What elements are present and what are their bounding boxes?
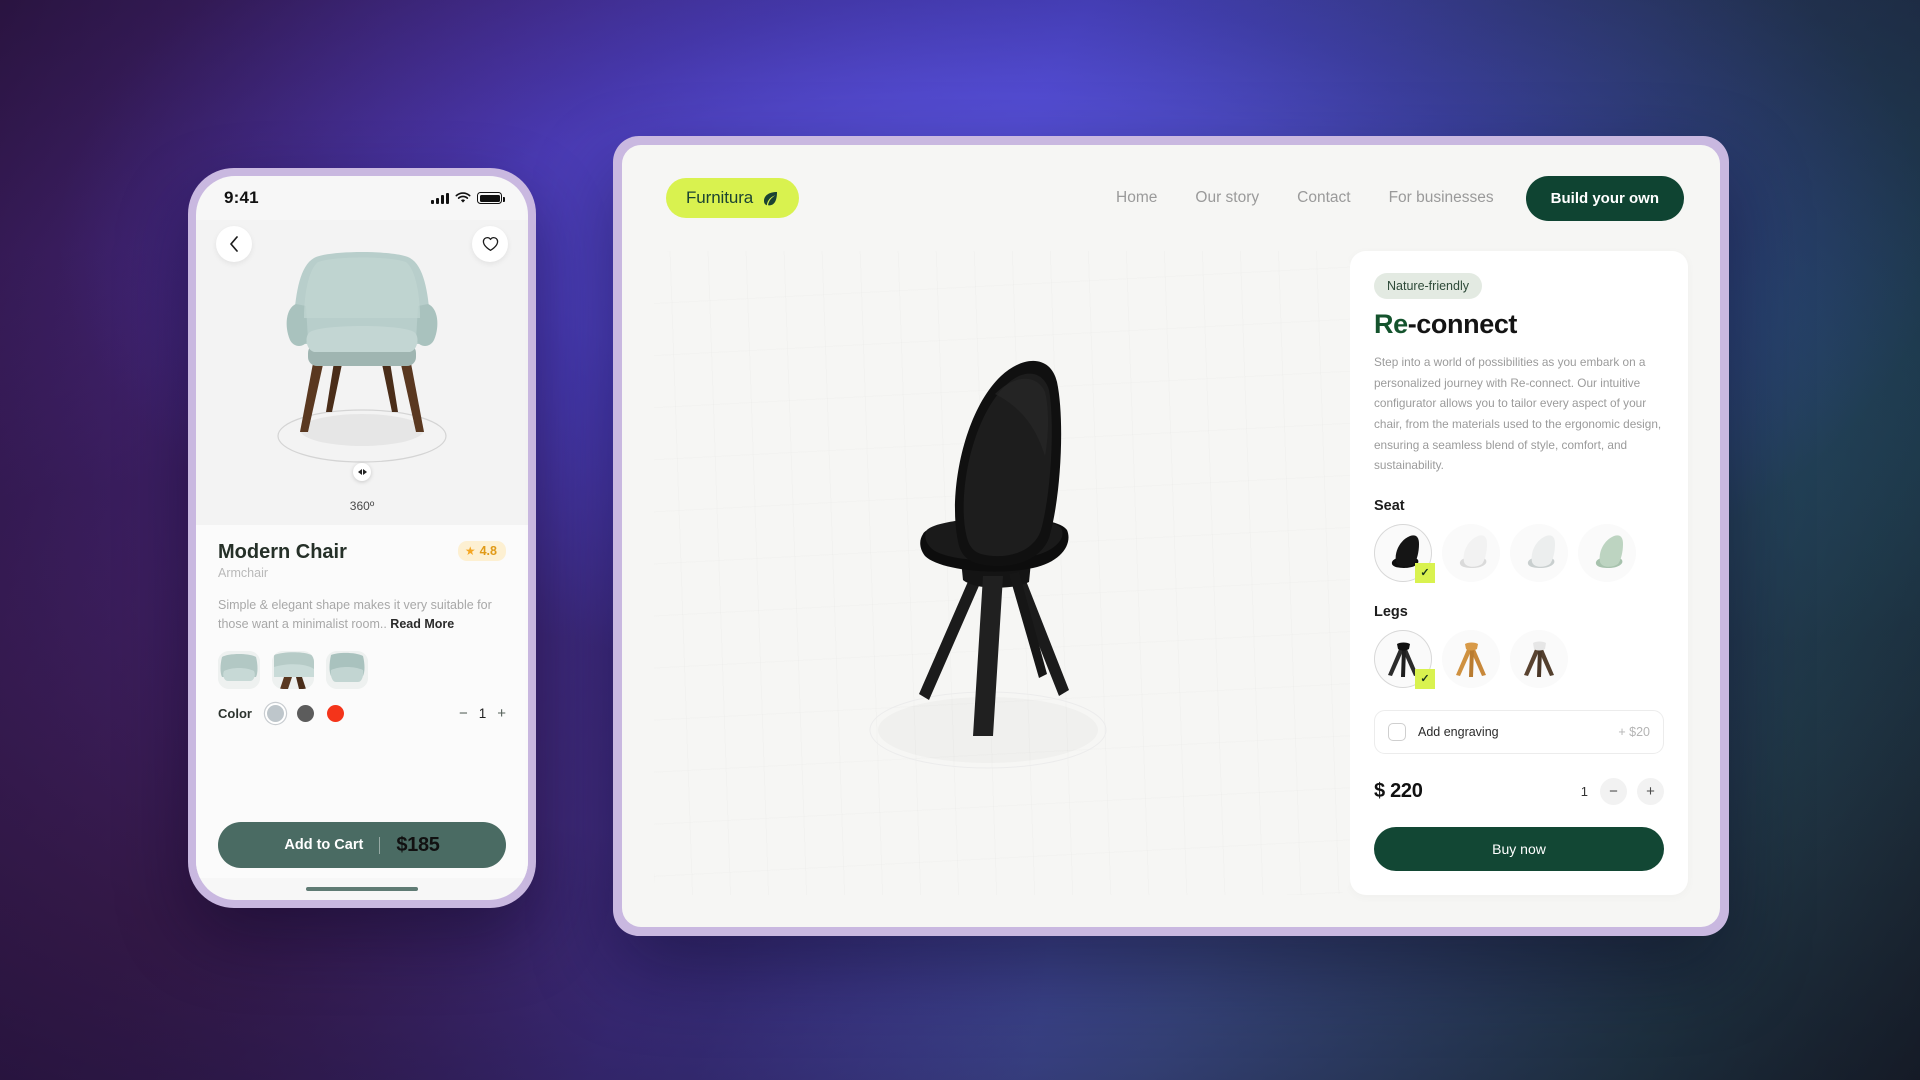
product-description: Simple & elegant shape makes it very sui… [218, 596, 506, 635]
engraving-price: + $20 [1618, 724, 1650, 739]
logo[interactable]: Furnitura [666, 178, 800, 218]
color-label: Color [218, 705, 252, 721]
rotate-handle-icon[interactable] [353, 463, 371, 481]
legs-option-black[interactable]: ✓ [1374, 629, 1435, 689]
quantity-value: 1 [478, 705, 487, 721]
seat-option-list: ✓ [1374, 523, 1664, 583]
phone-mockup: 9:41 360º Modern Chair Armchair ★ 4.8 Si… [188, 168, 536, 908]
desktop-quantity-decrease-button[interactable]: − [1600, 777, 1627, 805]
star-icon: ★ [464, 544, 476, 558]
favorite-button[interactable] [472, 226, 508, 262]
signal-bars-icon [431, 192, 449, 204]
engraving-checkbox[interactable] [1388, 722, 1406, 741]
phone-screen: 9:41 360º Modern Chair Armchair ★ 4.8 Si… [196, 176, 528, 900]
color-swatch-dark-gray[interactable] [296, 704, 314, 722]
chevron-left-icon [230, 236, 238, 252]
panel-title-rest: -connect [1407, 309, 1518, 339]
back-button[interactable] [216, 226, 252, 262]
desktop-quantity-stepper: 1 − + [1580, 777, 1664, 805]
configurator-panel: Nature-friendly Re-connect Step into a w… [1350, 251, 1688, 895]
nav-item-for-businesses[interactable]: For businesses [1389, 189, 1494, 207]
phone-status-bar: 9:41 [196, 176, 528, 220]
phone-product-viewer[interactable]: 360º [196, 220, 528, 525]
main-nav: Home Our story Contact For businesses [1116, 189, 1494, 207]
status-icons [431, 192, 505, 204]
panel-description: Step into a world of possibilities as yo… [1374, 355, 1662, 473]
color-and-quantity-row: Color − 1 + [218, 704, 506, 722]
legs-option-oak[interactable] [1442, 629, 1500, 688]
seat-option-white[interactable] [1442, 523, 1500, 582]
quantity-decrease-button[interactable]: − [459, 705, 468, 722]
phone-product-details: Modern Chair Armchair ★ 4.8 Simple & ele… [196, 525, 528, 878]
thumbnail-item[interactable] [218, 650, 260, 689]
desktop-mockup: Furnitura Home Our story Contact For bus… [613, 136, 1729, 936]
seat-sage-icon [1595, 535, 1623, 568]
thumbnail-item[interactable] [326, 650, 368, 689]
buy-now-button[interactable]: Buy now [1374, 826, 1664, 871]
wifi-icon [455, 192, 471, 203]
thumbnail-list [218, 650, 506, 689]
add-to-cart-button[interactable]: Add to Cart $185 [218, 822, 506, 868]
product-title-text: Modern Chair [218, 541, 347, 563]
seat-option-light-gray[interactable] [1510, 523, 1568, 582]
configurator-main: Nature-friendly Re-connect Step into a w… [622, 251, 1720, 927]
engraving-label: Add engraving [1418, 724, 1499, 739]
desktop-screen: Furnitura Home Our story Contact For bus… [622, 145, 1720, 927]
seat-option-black[interactable]: ✓ [1374, 523, 1435, 583]
seat-selected-check-icon: ✓ [1415, 562, 1435, 583]
product-stage[interactable] [654, 251, 1350, 895]
engraving-row[interactable]: Add engraving + $20 [1374, 709, 1664, 754]
quantity-increase-button[interactable]: + [497, 705, 506, 722]
legs-option-list: ✓ [1374, 629, 1664, 689]
panel-title-accent: Re [1374, 309, 1408, 339]
armchair-image [277, 252, 447, 463]
legs-walnut-white-icon [1524, 641, 1554, 677]
leaf-icon [764, 191, 778, 205]
thumbnail-item[interactable] [272, 650, 314, 689]
nav-item-our-story[interactable]: Our story [1195, 189, 1259, 207]
price-row: $ 220 1 − + [1374, 777, 1664, 805]
legs-section-label: Legs [1374, 603, 1408, 620]
product-title: Modern Chair Armchair [218, 541, 347, 580]
legs-selected-check-icon: ✓ [1415, 668, 1435, 689]
seat-white-icon [1459, 535, 1487, 568]
quantity-stepper: − 1 + [459, 705, 506, 722]
product-title-row: Modern Chair Armchair ★ 4.8 [218, 541, 506, 580]
chair-3d-image [869, 360, 1107, 769]
battery-icon [477, 192, 505, 204]
legs-option-walnut-white[interactable] [1510, 629, 1568, 688]
panel-title: Re-connect [1374, 309, 1664, 340]
color-swatch-red[interactable] [326, 704, 344, 722]
color-picker: Color [218, 704, 344, 722]
build-your-own-button[interactable]: Build your own [1525, 175, 1684, 221]
cart-divider [379, 836, 381, 854]
read-more-link[interactable]: Read More [390, 617, 454, 631]
heart-icon [482, 236, 498, 251]
logo-text: Furnitura [686, 188, 754, 207]
desktop-quantity-value: 1 [1580, 783, 1588, 799]
site-header: Furnitura Home Our story Contact For bus… [622, 145, 1720, 251]
nav-item-home[interactable]: Home [1116, 189, 1157, 207]
seat-section-label: Seat [1374, 497, 1405, 514]
desktop-quantity-increase-button[interactable]: + [1637, 777, 1664, 805]
color-swatch-light-gray[interactable] [266, 704, 284, 722]
rotate-label: 360º [349, 499, 375, 513]
nature-friendly-badge: Nature-friendly [1374, 273, 1482, 299]
status-time: 9:41 [224, 188, 259, 207]
seat-option-sage[interactable] [1578, 523, 1636, 582]
total-price: $ 220 [1374, 779, 1423, 802]
cart-price: $185 [396, 833, 440, 856]
home-indicator [196, 878, 528, 900]
rating-value: 4.8 [479, 544, 497, 558]
rating-badge: ★ 4.8 [457, 541, 506, 561]
seat-light-gray-icon [1527, 535, 1555, 568]
add-to-cart-label: Add to Cart [284, 837, 364, 853]
product-subtitle: Armchair [218, 566, 269, 580]
legs-oak-icon [1456, 642, 1486, 677]
nav-item-contact[interactable]: Contact [1297, 189, 1350, 207]
